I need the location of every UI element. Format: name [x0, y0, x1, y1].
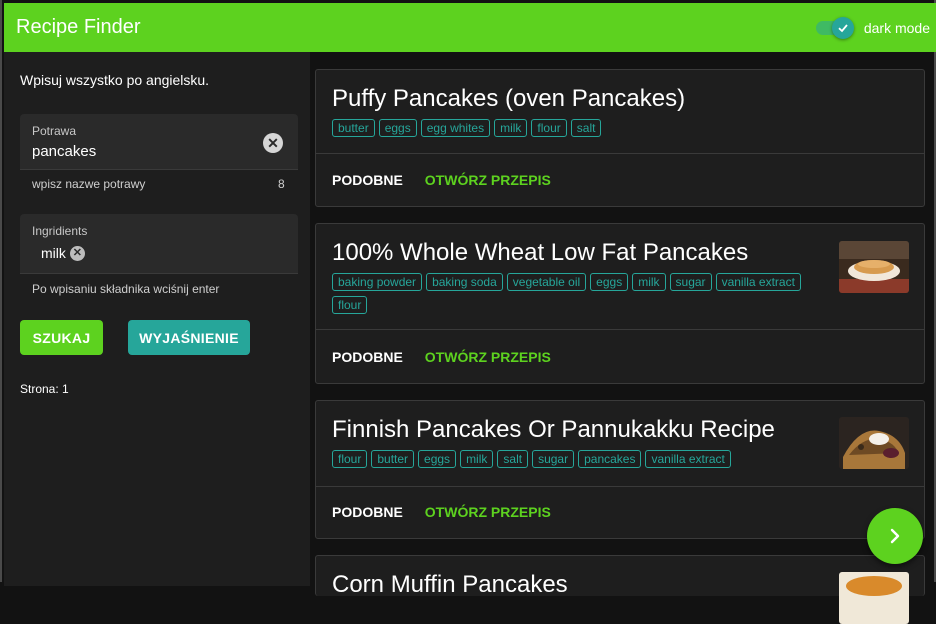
ingredient-tags: flour butter eggs milk salt sugar pancak…: [332, 450, 812, 473]
recipe-card: Puffy Pancakes (oven Pancakes) butter eg…: [315, 69, 925, 207]
ingredients-field-helper: Po wpisaniu składnika wciśnij enter: [32, 282, 220, 296]
ingredient-tags: baking powder baking soda vegetable oil …: [332, 273, 812, 319]
language-hint: Wpisuj wszystko po angielsku.: [20, 72, 210, 88]
open-recipe-button[interactable]: OTWÓRZ PRZEPIS: [425, 172, 551, 188]
recipe-image: [839, 417, 909, 469]
ingredient-tag: baking powder: [332, 273, 423, 291]
recipe-image: [839, 572, 909, 624]
dish-field-label: Potrawa: [32, 124, 77, 138]
ingredient-tag: eggs: [378, 119, 417, 137]
card-actions: PODOBNE OTWÓRZ PRZEPIS: [332, 172, 551, 188]
ingredient-tag: vanilla extract: [715, 273, 801, 291]
search-panel: Wpisuj wszystko po angielsku. Potrawa pa…: [4, 52, 310, 586]
recipe-title: 100% Whole Wheat Low Fat Pancakes: [332, 239, 749, 266]
page-indicator: Strona: 1: [20, 382, 69, 396]
card-actions: PODOBNE OTWÓRZ PRZEPIS: [332, 504, 551, 520]
similar-button[interactable]: PODOBNE: [332, 172, 403, 188]
ingredient-chip[interactable]: milk ✕: [41, 245, 85, 261]
recipe-card: 100% Whole Wheat Low Fat Pancakes baking…: [315, 223, 925, 384]
ingredient-tag: vegetable oil: [506, 273, 587, 291]
explain-button[interactable]: WYJAŚNIENIE: [128, 320, 250, 355]
ingredient-tag: milk: [632, 273, 666, 291]
card-divider: [316, 329, 924, 330]
clear-icon[interactable]: ✕: [263, 133, 283, 153]
dish-field-counter: 8: [278, 177, 285, 191]
dark-mode-toggle[interactable]: [815, 16, 856, 39]
ingredient-tag: butter: [332, 119, 375, 137]
card-divider: [316, 153, 924, 154]
recipe-title: Corn Muffin Pancakes: [332, 571, 568, 598]
ingredient-tag: flour: [332, 450, 368, 468]
ingredient-tag: vanilla extract: [645, 450, 731, 468]
ingredient-tag: milk: [494, 119, 528, 137]
dish-field-helper: wpisz nazwe potrawy: [32, 177, 146, 191]
app-bar: Recipe Finder dark mode: [4, 3, 936, 52]
ingredient-chip-label: milk: [41, 245, 66, 261]
ingredient-tag: salt: [497, 450, 529, 468]
ingredient-tag: salt: [570, 119, 602, 137]
similar-button[interactable]: PODOBNE: [332, 504, 403, 520]
ingredient-tags: butter eggs egg whites milk flour salt: [332, 119, 812, 142]
recipe-image: [839, 241, 909, 293]
recipe-card: Corn Muffin Pancakes: [315, 555, 925, 624]
ingredient-tag: flour: [332, 296, 368, 314]
check-icon: [831, 16, 854, 39]
ingredient-tag: eggs: [418, 450, 457, 468]
ingredient-tag: egg whites: [420, 119, 491, 137]
dish-field[interactable]: Potrawa pancakes ✕: [20, 114, 298, 170]
card-actions: PODOBNE OTWÓRZ PRZEPIS: [332, 349, 551, 365]
search-button[interactable]: SZUKAJ: [20, 320, 103, 355]
recipe-card: Finnish Pancakes Or Pannukakku Recipe fl…: [315, 400, 925, 539]
ingredient-tag: pancakes: [578, 450, 642, 468]
recipe-title: Finnish Pancakes Or Pannukakku Recipe: [332, 416, 775, 443]
dish-field-value[interactable]: pancakes: [32, 143, 96, 160]
similar-button[interactable]: PODOBNE: [332, 349, 403, 365]
ingredients-field-label: Ingridients: [32, 224, 88, 238]
app-title: Recipe Finder: [16, 16, 141, 38]
ingredient-tag: butter: [371, 450, 415, 468]
ingredients-field[interactable]: Ingridients milk ✕: [20, 214, 298, 274]
ingredient-tag: baking soda: [426, 273, 503, 291]
next-page-button[interactable]: [867, 508, 923, 564]
ingredient-tag: eggs: [590, 273, 629, 291]
card-divider: [316, 486, 924, 487]
remove-chip-icon[interactable]: ✕: [69, 245, 85, 261]
ingredient-tag: flour: [531, 119, 567, 137]
chevron-right-icon: [890, 528, 900, 544]
open-recipe-button[interactable]: OTWÓRZ PRZEPIS: [425, 504, 551, 520]
open-recipe-button[interactable]: OTWÓRZ PRZEPIS: [425, 349, 551, 365]
dark-mode-toggle-wrap: dark mode: [815, 3, 930, 52]
dark-mode-label[interactable]: dark mode: [864, 20, 930, 36]
ingredient-tag: sugar: [669, 273, 712, 291]
ingredient-tag: milk: [460, 450, 494, 468]
recipe-title: Puffy Pancakes (oven Pancakes): [332, 85, 686, 112]
ingredient-tag: sugar: [532, 450, 575, 468]
